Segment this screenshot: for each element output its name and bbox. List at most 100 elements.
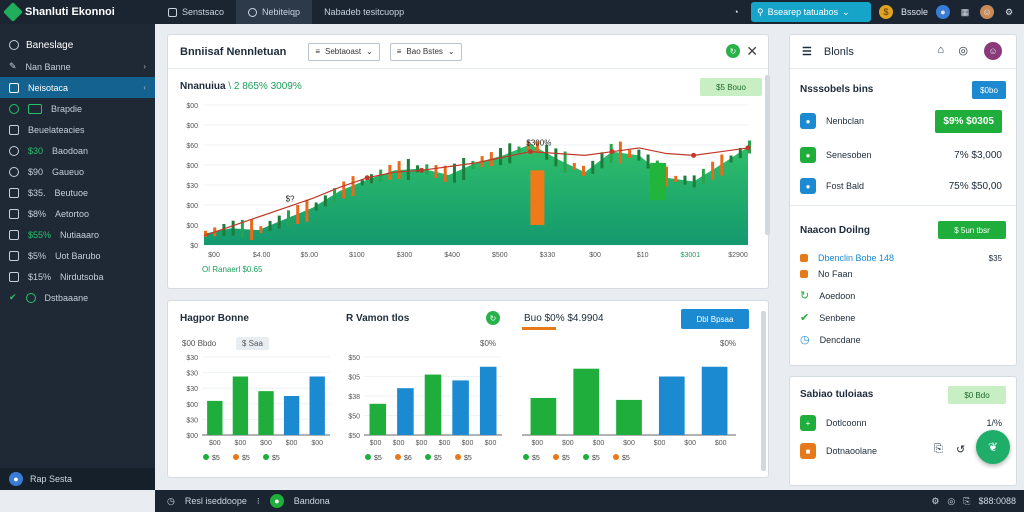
legend-label: $5 <box>532 455 540 462</box>
sidebar-item-label: Baodoan <box>52 145 89 156</box>
status-mid[interactable]: Bandona <box>294 496 330 506</box>
sidebar-item-0[interactable]: ✎ Nan Banne › <box>0 56 155 77</box>
sidebar-item-prefix: $30 <box>28 145 44 156</box>
bar <box>232 376 249 435</box>
refresh-icon[interactable]: ↻ <box>726 44 740 58</box>
sidebar-item-1[interactable]: Neisotaca ‹ <box>0 77 155 98</box>
sidebar-item-11[interactable]: ✔ Dstbaaane <box>0 287 155 308</box>
tab-search[interactable]: Nebiteiqp <box>236 0 313 24</box>
status-badge[interactable]: $5 Bouo <box>700 78 762 96</box>
sidebar-item-4[interactable]: $30 Baodoan <box>0 140 155 161</box>
share-icon[interactable]: ⎘ <box>963 496 970 507</box>
separator: ⁝ <box>256 495 260 506</box>
candle <box>314 202 318 211</box>
calendar-icon[interactable]: ▦ <box>958 5 972 19</box>
info-icon[interactable]: ◔ <box>729 5 743 19</box>
status-icon <box>25 292 36 303</box>
avatar[interactable]: ☺ <box>980 5 994 19</box>
app-brand[interactable]: Shanluti Ekonnoi <box>0 2 156 22</box>
filter-label: $00 Bbdo <box>182 339 217 348</box>
filter-dropdown[interactable]: ≡ Bao Bstes ⌄ <box>389 42 462 61</box>
section-title: Sabiao tuloiaas <box>800 389 874 400</box>
bell-icon[interactable]: ◎ <box>947 496 955 507</box>
sidebar: Baneslage ✎ Nan Banne › Neisotaca ‹ Brap… <box>0 24 155 490</box>
refresh-icon[interactable]: ↻ <box>486 311 500 325</box>
y-tick-label: $50 <box>348 414 360 421</box>
legend-label: $5 <box>272 455 280 462</box>
main-chart-panel: Bnniisaf Nennletuan ≡ Sebtaoast ⌄ ≡ Bao … <box>167 34 770 289</box>
bar <box>658 376 685 435</box>
refresh-icon[interactable]: ↺ <box>956 443 965 456</box>
col1-chip[interactable]: $ Saa <box>236 337 269 350</box>
chart-title: Nnanuiua \ 2 865% 3009% <box>180 81 302 92</box>
panel-title: Bnniisaf Nennletuan <box>180 45 287 58</box>
section-title: Naacon Doilng <box>800 225 871 236</box>
avatar[interactable]: ☺ <box>984 42 1002 60</box>
x-tick-label: $00 <box>393 440 405 447</box>
filter-pill[interactable]: Dbl Bpsaa <box>681 309 749 329</box>
x-tick-label: $2900 <box>728 252 748 259</box>
settings-icon[interactable]: ⚙ <box>1002 5 1016 19</box>
trend-point <box>419 167 425 173</box>
sidebar-item-5[interactable]: $90 Gaueuo <box>0 161 155 182</box>
candle <box>434 165 438 179</box>
sidebar-item-2[interactable]: Brapdie <box>0 98 155 119</box>
list-item[interactable]: No Faan <box>800 269 1008 279</box>
candle <box>323 195 327 207</box>
list-item[interactable]: ◷ Dencdane <box>800 333 1008 346</box>
sidebar-item-9[interactable]: $5% Uot Barubo <box>0 245 155 266</box>
list-item[interactable]: ↻ Aoedoon <box>800 289 1008 302</box>
close-icon[interactable]: ✕ <box>746 43 758 60</box>
y-tick-label: $00 <box>186 402 198 409</box>
sidebar-footer[interactable]: ● Rap Sesta <box>0 468 155 490</box>
tab-dashboard[interactable]: Senstsaco <box>156 0 236 24</box>
tab-third[interactable]: Nabadeb tesitcuopp <box>312 0 416 24</box>
section-pill[interactable]: $0 Bdo <box>948 386 1006 404</box>
list-item[interactable]: + Dotlcoonn 1/% <box>800 415 1008 431</box>
sidebar-item-7[interactable]: $8% Aetortoo <box>0 203 155 224</box>
col1-filter[interactable]: $00 Bbdo <box>182 339 216 348</box>
list-item[interactable]: ✔ Senbene <box>800 311 1008 324</box>
list-item[interactable]: ● Fost Bald 75% $50,00 <box>800 178 1008 194</box>
scrollbar[interactable] <box>765 75 770 235</box>
sidebar-item-6[interactable]: $35. Beutuoe <box>0 182 155 203</box>
search-label: Bsearep tatuabos <box>767 7 839 17</box>
info-icon[interactable]: ◎ <box>958 44 968 57</box>
legend-dot <box>365 454 371 460</box>
y-tick-label: $30 <box>186 371 198 378</box>
bar <box>479 366 497 435</box>
list-item[interactable]: ● Nenbclan $9% $0305 <box>800 109 1008 133</box>
candle <box>443 165 447 182</box>
x-tick-label: $00 <box>208 252 220 259</box>
scrollbar[interactable] <box>761 311 766 471</box>
row-value: $9% $0305 <box>935 109 1002 133</box>
section-pill[interactable]: $0bo <box>972 81 1006 99</box>
sidebar-item-10[interactable]: $15% Nirdutsoba <box>0 266 155 287</box>
col1-title: Hagpor Bonne <box>180 313 249 324</box>
user-icon[interactable]: ● <box>936 5 950 19</box>
candle <box>222 224 226 237</box>
period-dropdown[interactable]: ≡ Sebtaoast ⌄ <box>308 42 380 61</box>
check-icon: ✔ <box>800 312 810 324</box>
share-icon[interactable]: ⎘ <box>934 443 943 456</box>
col2-pct: $0% <box>480 339 497 348</box>
global-search-button[interactable]: ⚲ Bsearep tatuabos ⌄ <box>750 2 871 22</box>
section-pill[interactable]: $ 5un tbsr <box>938 221 1006 239</box>
candle <box>729 155 733 163</box>
legend-dot <box>233 454 239 460</box>
sidebar-item-8[interactable]: $55% Nutiaaaro <box>0 224 155 245</box>
action-fab-button[interactable]: ❦ <box>976 430 1010 464</box>
coin-icon[interactable]: $ <box>878 5 893 19</box>
y-tick-label: $00 <box>186 123 198 130</box>
lock-icon[interactable]: ⌂ <box>937 44 944 56</box>
sidebar-item-prefix: $15% <box>28 271 52 282</box>
legend-label: $6 <box>404 455 412 462</box>
gear-icon[interactable]: ⚙ <box>931 496 939 507</box>
sidebar-header[interactable]: Baneslage <box>0 34 155 56</box>
sidebar-item-3[interactable]: Beuelateacies <box>0 119 155 140</box>
sidebar-item-label: Gaueuo <box>52 166 85 177</box>
user-label[interactable]: Bssole <box>901 7 928 17</box>
list-item[interactable]: ● Senesoben 7% $3,000 <box>800 147 1008 163</box>
list-item[interactable]: Dbenclin Bobe 148 $35 <box>800 253 1008 263</box>
sidebar-item-label: Nan Banne <box>25 61 71 72</box>
